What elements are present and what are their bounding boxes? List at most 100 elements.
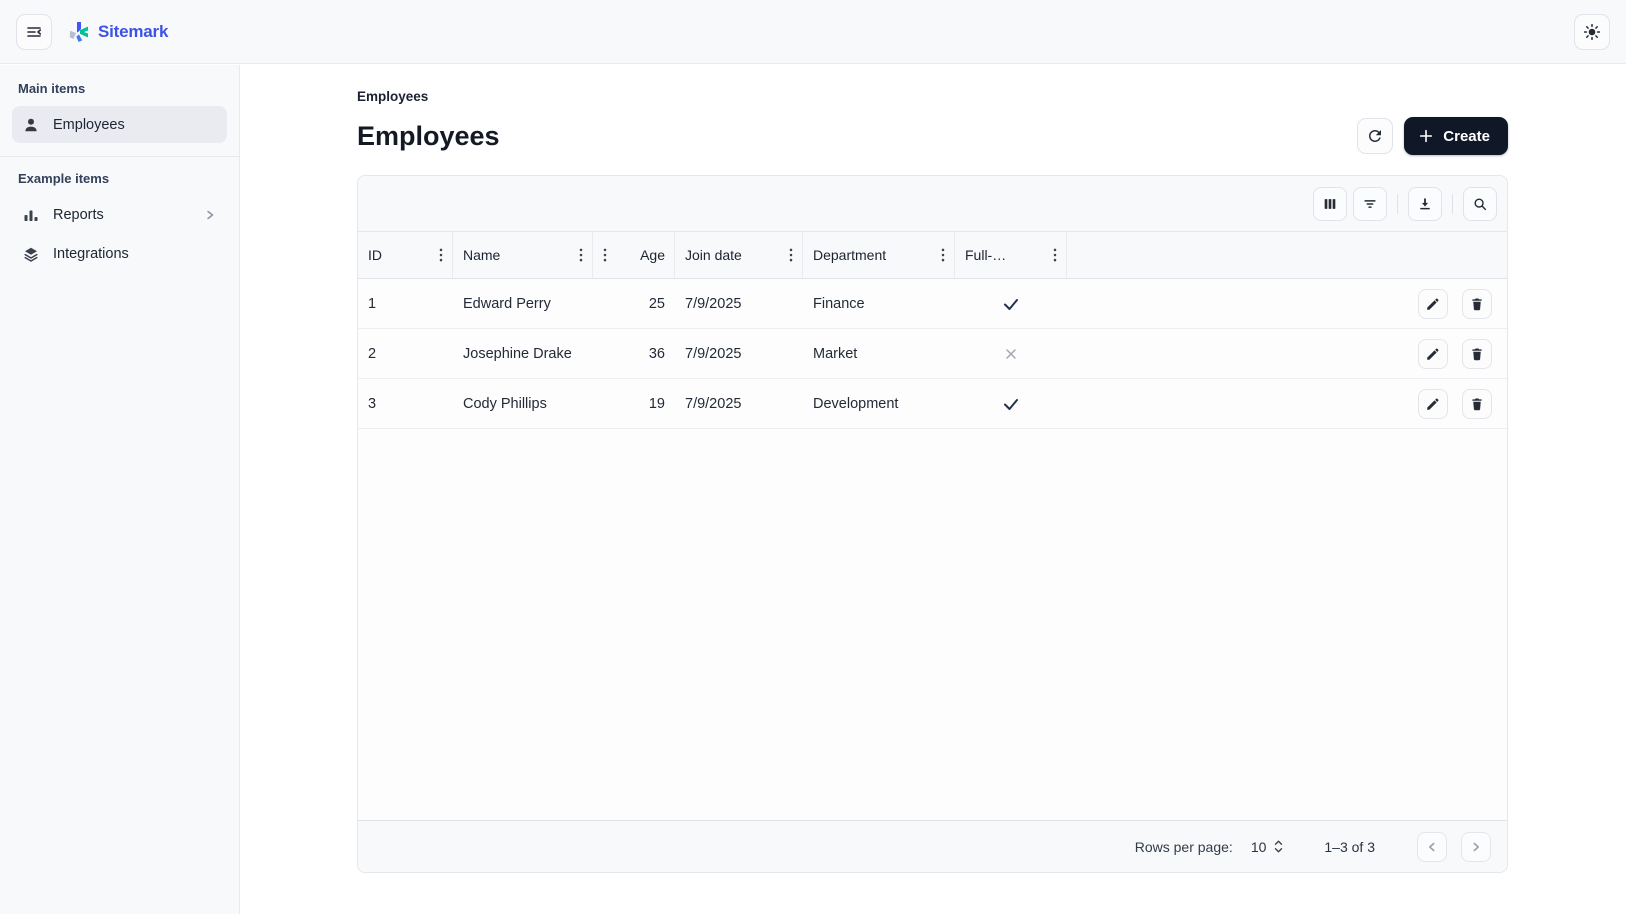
cell-age: 19 (593, 379, 675, 428)
rows-per-page-label: Rows per page: (1135, 839, 1233, 855)
cell-department: Development (803, 379, 955, 428)
menu-collapse-icon (25, 23, 43, 41)
column-header-spacer (1067, 232, 1357, 278)
sidebar-section-example-items: Example items (18, 171, 221, 186)
columns-button[interactable] (1313, 187, 1347, 221)
cell-full-time (955, 329, 1067, 378)
edit-button[interactable] (1418, 339, 1448, 369)
cell-age: 25 (593, 279, 675, 328)
column-header-name[interactable]: Name (453, 232, 593, 278)
pencil-icon (1425, 346, 1441, 362)
cell-join-date: 7/9/2025 (675, 279, 803, 328)
sidebar-item-employees[interactable]: Employees (12, 106, 227, 143)
pencil-icon (1425, 396, 1441, 412)
cell-id: 2 (358, 329, 453, 378)
grid-footer: Rows per page: 10 1–3 of 3 (358, 820, 1507, 872)
column-menu-icon[interactable] (603, 248, 607, 262)
column-menu-icon[interactable] (439, 248, 443, 262)
cell-name: Edward Perry (453, 279, 593, 328)
cell-full-time (955, 279, 1067, 328)
sidebar-section-main-items: Main items (18, 81, 221, 96)
trash-icon (1469, 396, 1485, 412)
rows-per-page-value: 10 (1251, 839, 1267, 855)
sidebar-item-reports[interactable]: Reports (12, 196, 227, 233)
sidebar: Main items Employees Example items Repor… (0, 65, 240, 914)
row-actions (1357, 379, 1507, 428)
cell-age: 36 (593, 329, 675, 378)
page-title: Employees (357, 121, 500, 152)
topbar: Sitemark (0, 0, 1626, 64)
refresh-icon (1366, 127, 1384, 145)
delete-button[interactable] (1462, 289, 1492, 319)
check-icon (1001, 294, 1021, 314)
sun-icon (1582, 22, 1602, 42)
column-menu-icon[interactable] (1053, 248, 1057, 262)
column-menu-icon[interactable] (579, 248, 583, 262)
sidebar-item-label: Employees (53, 117, 125, 133)
select-stepper-icon (1273, 839, 1284, 854)
delete-button[interactable] (1462, 339, 1492, 369)
column-header-age[interactable]: Age (593, 232, 675, 278)
main-content: Employees Employees (240, 65, 1626, 914)
brand-logo[interactable]: Sitemark (66, 20, 168, 44)
brand-name: Sitemark (98, 22, 168, 42)
breadcrumb: Employees (357, 89, 1508, 104)
column-menu-icon[interactable] (941, 248, 945, 262)
sidebar-collapse-button[interactable] (16, 14, 52, 50)
pencil-icon (1425, 296, 1441, 312)
chevron-right-icon (203, 208, 217, 222)
grid-toolbar (358, 176, 1507, 232)
cell-id: 3 (358, 379, 453, 428)
search-button[interactable] (1463, 187, 1497, 221)
filter-button[interactable] (1353, 187, 1387, 221)
rows-per-page-select[interactable]: 10 (1251, 839, 1285, 855)
create-button[interactable]: Create (1404, 117, 1508, 155)
toolbar-divider (1397, 194, 1398, 214)
previous-page-button[interactable] (1417, 832, 1447, 862)
toolbar-divider (1452, 194, 1453, 214)
edit-button[interactable] (1418, 389, 1448, 419)
layers-icon (22, 245, 40, 263)
trash-icon (1469, 296, 1485, 312)
search-icon (1472, 196, 1488, 212)
table-row[interactable]: 3 Cody Phillips 19 7/9/2025 Development (358, 379, 1507, 429)
cell-join-date: 7/9/2025 (675, 379, 803, 428)
cell-full-time (955, 379, 1067, 428)
delete-button[interactable] (1462, 389, 1492, 419)
grid-header-row: ID Name Age (358, 232, 1507, 279)
grid-empty-area (358, 429, 1507, 820)
sidebar-item-label: Integrations (53, 246, 129, 262)
column-header-id[interactable]: ID (358, 232, 453, 278)
x-icon (1002, 345, 1020, 363)
column-header-full-time[interactable]: Full-… (955, 232, 1067, 278)
column-menu-icon[interactable] (789, 248, 793, 262)
column-header-join-date[interactable]: Join date (675, 232, 803, 278)
row-actions (1357, 279, 1507, 328)
next-page-button[interactable] (1461, 832, 1491, 862)
cell-id: 1 (358, 279, 453, 328)
chevron-left-icon (1425, 840, 1439, 854)
person-icon (22, 116, 40, 134)
create-button-label: Create (1443, 128, 1490, 145)
theme-toggle-button[interactable] (1574, 14, 1610, 50)
cell-department: Market (803, 329, 955, 378)
row-actions (1357, 329, 1507, 378)
check-icon (1001, 394, 1021, 414)
export-button[interactable] (1408, 187, 1442, 221)
chevron-right-icon (1469, 840, 1483, 854)
cell-department: Finance (803, 279, 955, 328)
table-row[interactable]: 1 Edward Perry 25 7/9/2025 Finance (358, 279, 1507, 329)
sidebar-item-integrations[interactable]: Integrations (12, 235, 227, 272)
cell-join-date: 7/9/2025 (675, 329, 803, 378)
column-header-department[interactable]: Department (803, 232, 955, 278)
download-icon (1417, 196, 1433, 212)
cell-name: Josephine Drake (453, 329, 593, 378)
bar-chart-icon (22, 206, 40, 224)
sidebar-item-label: Reports (53, 207, 104, 223)
filter-icon (1362, 196, 1378, 212)
pagination-range: 1–3 of 3 (1324, 839, 1375, 855)
table-row[interactable]: 2 Josephine Drake 36 7/9/2025 Market (358, 329, 1507, 379)
refresh-button[interactable] (1357, 118, 1393, 154)
edit-button[interactable] (1418, 289, 1448, 319)
columns-icon (1322, 196, 1338, 212)
